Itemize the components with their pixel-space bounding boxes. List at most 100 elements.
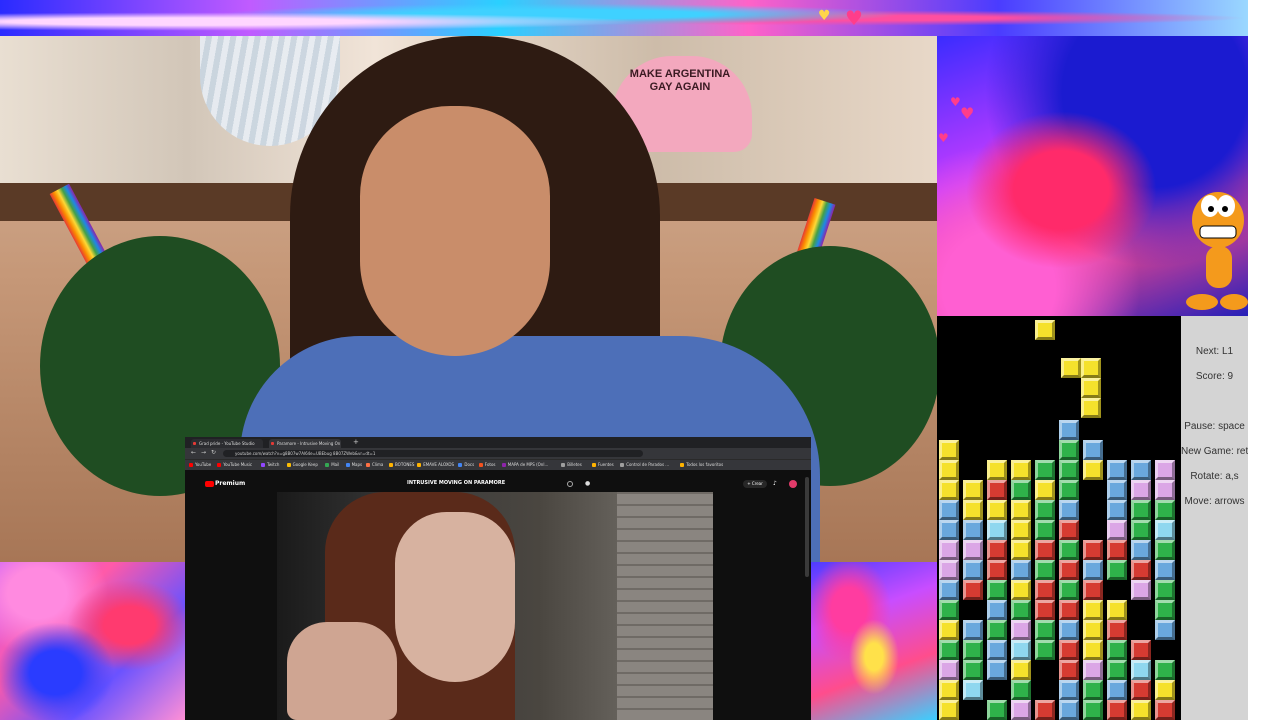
tab-bar: Grad pride - YouTube Studio Paramore - I… (185, 437, 811, 448)
bookmark-item[interactable]: Billetes (561, 461, 582, 469)
bookmark-favicon-icon (189, 463, 193, 467)
bookmark-item[interactable]: Google Keep (286, 461, 318, 469)
tetris-block (1035, 600, 1055, 620)
tetris-block (1155, 620, 1175, 640)
scrollbar[interactable] (805, 477, 809, 577)
tetris-block (1107, 540, 1127, 560)
tetris-block (1011, 560, 1031, 580)
bookmark-label: YouTube Music (223, 462, 253, 467)
tetris-block (1059, 420, 1079, 440)
tetris-block (1107, 640, 1127, 660)
bookmark-label: Fotos (484, 462, 496, 467)
bookmark-favicon-icon (592, 463, 596, 467)
tetris-block (1011, 620, 1031, 640)
youtube-header: Premium INTRUSIVE MOVING ON PARAMORE ● +… (185, 477, 811, 491)
bookmark-item[interactable]: EMAVE ALOXOS (417, 461, 454, 469)
heart-icon: ♥ (818, 8, 831, 24)
tetris-block (1035, 500, 1055, 520)
tetris-block (1083, 560, 1103, 580)
bookmark-label: Docs (464, 462, 475, 467)
reload-icon[interactable]: ↻ (211, 449, 216, 456)
bookmark-item[interactable]: YouTube (189, 461, 211, 469)
tetris-block (939, 500, 959, 520)
youtube-favicon-icon (193, 442, 196, 445)
notifications-bell-icon[interactable]: ♪ (773, 480, 777, 487)
youtube-play-icon (205, 480, 214, 487)
tetris-block (1155, 460, 1175, 480)
tetris-block (963, 480, 983, 500)
tetris-block (939, 660, 959, 680)
create-button[interactable]: + Crear (743, 480, 767, 488)
browser-tab-active[interactable]: Paramore - Intrusive Moving On (269, 439, 341, 448)
tetris-block (1107, 500, 1127, 520)
tetris-block (1059, 700, 1079, 720)
video-person-face (395, 512, 515, 682)
new-tab-icon[interactable]: + (353, 438, 359, 446)
bookmark-label: Control de Parados ... (626, 462, 670, 467)
tetris-block (1107, 680, 1127, 700)
tetris-block (939, 520, 959, 540)
tetris-block (1107, 660, 1127, 680)
tetris-block (1107, 460, 1127, 480)
bookmark-item[interactable]: Clima (366, 461, 383, 469)
bookmark-favicon-icon (478, 463, 483, 467)
video-player[interactable] (277, 492, 713, 720)
video-brick-wall (617, 492, 713, 720)
tetris-block (1107, 600, 1127, 620)
tetris-block (1083, 660, 1103, 680)
cap-text: MAKE ARGENTINA GAY AGAIN (629, 68, 731, 93)
tetris-block (1035, 520, 1055, 540)
tetris-block (1107, 700, 1127, 720)
tetris-block (1155, 480, 1175, 500)
tetris-block (1011, 540, 1031, 560)
bookmark-item[interactable]: Todos los favoritos (680, 461, 723, 469)
tetris-block (963, 560, 983, 580)
avatar[interactable] (789, 480, 797, 488)
tetris-block (963, 520, 983, 540)
bookmark-item[interactable]: MAPA de MPS (Onl... (501, 461, 548, 469)
forward-icon[interactable]: → (201, 449, 206, 456)
bookmark-label: YouTube (195, 462, 212, 467)
tetris-block (1155, 520, 1175, 540)
tetris-board[interactable] (937, 316, 1181, 720)
bookmark-item[interactable]: Fuentes (592, 461, 614, 469)
bookmark-item[interactable]: Twitch (261, 461, 279, 469)
bookmark-item[interactable]: Fotos (478, 461, 496, 469)
tetris-block (1155, 580, 1175, 600)
microphone-icon[interactable]: ● (585, 480, 590, 487)
search-icon[interactable] (567, 481, 573, 487)
tetris-block (939, 680, 959, 700)
tetris-block (1011, 640, 1031, 660)
tetris-block (1059, 680, 1079, 700)
heart-icon: ♥ (960, 104, 975, 123)
bookmark-item[interactable]: YouTube Music (217, 461, 252, 469)
tetris-block (939, 600, 959, 620)
bookmark-item[interactable]: BOTONES (389, 461, 414, 469)
heart-icon: ♥ (845, 6, 863, 30)
tetris-block (1083, 580, 1103, 600)
tetris-block (1155, 600, 1175, 620)
tetris-block (1083, 640, 1103, 660)
tetris-block (1131, 460, 1151, 480)
browser-tab[interactable]: Grad pride - YouTube Studio (191, 439, 263, 448)
tetris-block (939, 460, 959, 480)
tetris-block (1131, 500, 1151, 520)
bookmark-item[interactable]: Maps (345, 461, 362, 469)
tetris-block (1011, 460, 1031, 480)
psychedelic-background-top (0, 0, 1248, 36)
bookmark-item[interactable]: Mail (325, 461, 339, 469)
tetris-block (939, 640, 959, 660)
tetris-block (939, 700, 959, 720)
tetris-block (987, 700, 1007, 720)
youtube-logo[interactable]: Premium (205, 480, 245, 487)
tetris-block (987, 640, 1007, 660)
bookmark-label: BOTONES (395, 462, 415, 467)
bookmark-item[interactable]: Docs (458, 461, 474, 469)
tetris-block (1011, 580, 1031, 600)
tetris-block (939, 620, 959, 640)
bookmark-item[interactable]: Control de Parados ... (620, 461, 669, 469)
tetris-block (987, 600, 1007, 620)
back-icon[interactable]: ← (191, 449, 196, 456)
url-field[interactable]: youtube.com/watch?v=g8B07w7Al64e=UBEbug … (223, 450, 643, 457)
falling-piece-block (1061, 358, 1081, 378)
